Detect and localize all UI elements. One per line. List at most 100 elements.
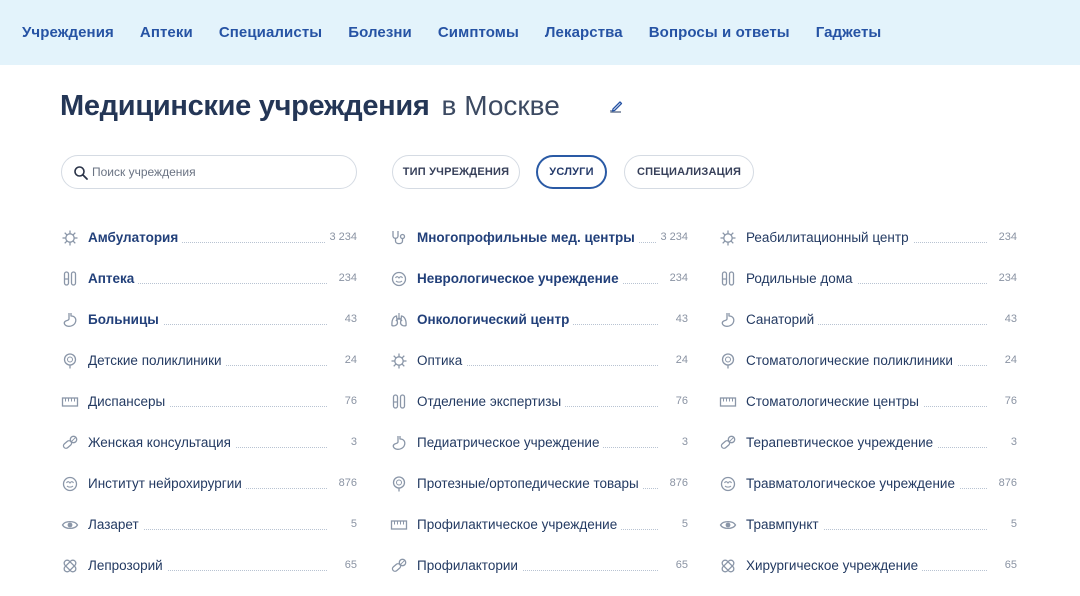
category-item[interactable]: Стоматологические поликлиники 24: [719, 345, 1017, 386]
category-count: 3 234: [325, 231, 357, 243]
category-item[interactable]: Аптека 234: [61, 263, 357, 304]
nav-item-pharmacies[interactable]: Аптеки: [140, 24, 193, 41]
category-count: 876: [334, 477, 357, 489]
category-item[interactable]: Многопрофильные мед. центры 3 234: [390, 222, 688, 263]
category-count: 876: [994, 477, 1017, 489]
category-count: 65: [1000, 559, 1017, 571]
category-label[interactable]: Педиатрическое учреждение: [417, 435, 604, 450]
category-label[interactable]: Аптека: [88, 271, 139, 286]
category-count: 5: [346, 518, 357, 530]
category-label[interactable]: Амбулатория: [88, 230, 183, 245]
category-item[interactable]: Профилактории 65: [390, 550, 688, 591]
category-label[interactable]: Лазарет: [88, 517, 143, 532]
brain-icon: [720, 476, 736, 492]
category-item[interactable]: Отделение экспертизы 76: [390, 386, 688, 427]
ruler-icon: [61, 397, 79, 407]
category-item[interactable]: Профилактическое учреждение 5: [390, 509, 688, 550]
category-count: 3: [346, 436, 357, 448]
category-count: 234: [665, 272, 688, 284]
category-count: 3: [1006, 436, 1017, 448]
tooth-icon: [63, 353, 77, 369]
category-label[interactable]: Профилактории: [417, 558, 522, 573]
category-label[interactable]: Многопрофильные мед. центры: [417, 230, 639, 245]
category-item[interactable]: Лазарет 5: [61, 509, 357, 550]
category-item[interactable]: Родильные дома 234: [719, 263, 1017, 304]
nav-item-qa[interactable]: Вопросы и ответы: [649, 24, 790, 41]
category-item[interactable]: Стоматологические центры 76: [719, 386, 1017, 427]
stomach-icon: [63, 313, 77, 327]
category-count: 76: [1000, 395, 1017, 407]
category-item[interactable]: Неврологическое учреждение 234: [390, 263, 688, 304]
category-item[interactable]: Оптика 24: [390, 345, 688, 386]
nav-item-gadgets[interactable]: Гаджеты: [816, 24, 882, 41]
nav-item-institutions[interactable]: Учреждения: [22, 24, 114, 41]
category-count: 76: [340, 395, 357, 407]
nav-item-specialists[interactable]: Специалисты: [219, 24, 322, 41]
category-label[interactable]: Протезные/ортопедические товары: [417, 476, 643, 491]
search-input[interactable]: [92, 157, 342, 187]
category-label[interactable]: Стоматологические поликлиники: [746, 353, 957, 368]
category-item[interactable]: Больницы 43: [61, 304, 357, 345]
category-item[interactable]: Детские поликлиники 24: [61, 345, 357, 386]
lungs-icon: [391, 313, 407, 327]
tooth-icon: [721, 353, 735, 369]
nav-item-symptoms[interactable]: Симптомы: [438, 24, 519, 41]
category-label[interactable]: Травмпункт: [746, 517, 823, 532]
category-item[interactable]: Протезные/ортопедические товары 876: [390, 468, 688, 509]
filter-institution-type[interactable]: ТИП УЧРЕЖДЕНИЯ: [392, 155, 520, 189]
category-label[interactable]: Хирургическое учреждение: [746, 558, 923, 573]
category-count: 24: [340, 354, 357, 366]
category-count: 234: [334, 272, 357, 284]
nav-item-medicines[interactable]: Лекарства: [545, 24, 623, 41]
category-item[interactable]: Амбулатория 3 234: [61, 222, 357, 263]
category-label[interactable]: Профилактическое учреждение: [417, 517, 622, 532]
category-item[interactable]: Травмпункт 5: [719, 509, 1017, 550]
category-count: 5: [1006, 518, 1017, 530]
category-item[interactable]: Лепрозорий 65: [61, 550, 357, 591]
edit-pencil-icon[interactable]: [608, 98, 624, 114]
category-count: 43: [1000, 313, 1017, 325]
category-label[interactable]: Родильные дома: [746, 271, 857, 286]
ruler-icon: [390, 520, 408, 530]
category-label[interactable]: Стоматологические центры: [746, 394, 923, 409]
nav-item-diseases[interactable]: Болезни: [348, 24, 412, 41]
category-item[interactable]: Травматологическое учреждение 876: [719, 468, 1017, 509]
search-icon: [74, 166, 88, 180]
category-label[interactable]: Лепрозорий: [88, 558, 167, 573]
test-tubes-icon: [63, 271, 77, 286]
category-count: 234: [994, 231, 1017, 243]
category-count: 65: [671, 559, 688, 571]
category-label[interactable]: Институт нейрохирургии: [88, 476, 246, 491]
category-count: 876: [665, 477, 688, 489]
city-selector[interactable]: в Москве: [442, 90, 560, 122]
category-label[interactable]: Терапевтическое учреждение: [746, 435, 938, 450]
stomach-icon: [392, 436, 406, 450]
category-item[interactable]: Терапевтическое учреждение 3: [719, 427, 1017, 468]
eye-icon: [61, 520, 79, 530]
category-item[interactable]: Реабилитационный центр 234: [719, 222, 1017, 263]
category-item[interactable]: Санаторий 43: [719, 304, 1017, 345]
category-item[interactable]: Хирургическое учреждение 65: [719, 550, 1017, 591]
category-item[interactable]: Женская консультация 3: [61, 427, 357, 468]
category-label[interactable]: Неврологическое учреждение: [417, 271, 623, 286]
category-label[interactable]: Больницы: [88, 312, 163, 327]
category-label[interactable]: Отделение экспертизы: [417, 394, 566, 409]
filter-specialization[interactable]: СПЕЦИАЛИЗАЦИЯ: [624, 155, 754, 189]
category-label[interactable]: Реабилитационный центр: [746, 230, 913, 245]
category-label[interactable]: Санаторий: [746, 312, 819, 327]
category-label[interactable]: Травматологическое учреждение: [746, 476, 959, 491]
category-label[interactable]: Оптика: [417, 353, 467, 368]
stethoscope-icon: [392, 231, 406, 245]
filter-services[interactable]: УСЛУГИ: [536, 155, 607, 189]
category-item[interactable]: Педиатрическое учреждение 3: [390, 427, 688, 468]
bandage-icon: [721, 559, 735, 573]
category-item[interactable]: Институт нейрохирургии 876: [61, 468, 357, 509]
category-column-1: Амбулатория 3 234 Аптека 234 Больницы 43 Детск…: [61, 222, 357, 591]
category-label[interactable]: Диспансеры: [88, 394, 170, 409]
category-item[interactable]: Онкологический центр 43: [390, 304, 688, 345]
category-item[interactable]: Диспансеры 76: [61, 386, 357, 427]
category-label[interactable]: Женская консультация: [88, 435, 235, 450]
category-label[interactable]: Детские поликлиники: [88, 353, 226, 368]
virus-icon: [720, 230, 736, 246]
category-label[interactable]: Онкологический центр: [417, 312, 574, 327]
